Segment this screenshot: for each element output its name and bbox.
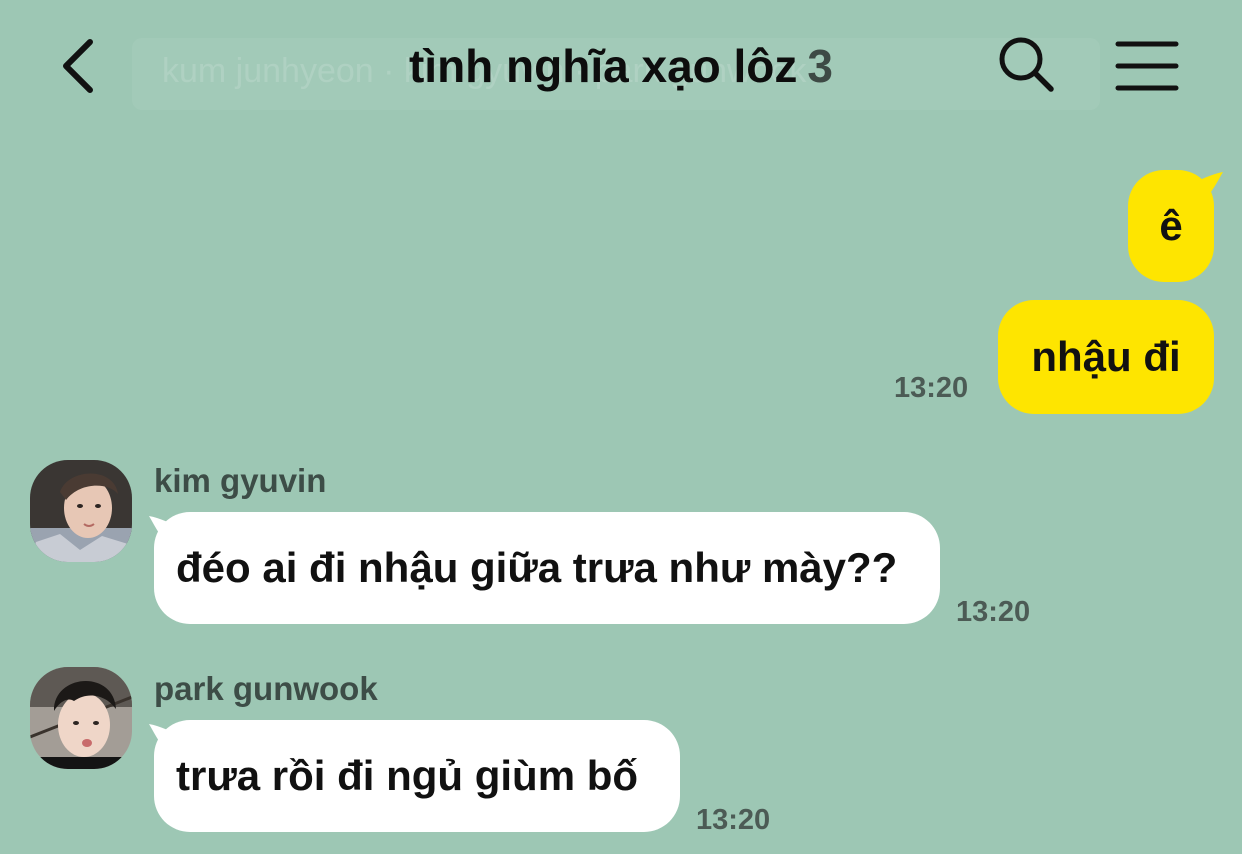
avatar[interactable] bbox=[30, 460, 132, 562]
search-icon bbox=[999, 37, 1054, 92]
message-time: 13:20 bbox=[956, 596, 1031, 628]
back-button[interactable] bbox=[52, 32, 112, 100]
message-time: 13:20 bbox=[696, 804, 771, 836]
avatar[interactable] bbox=[30, 667, 132, 769]
my-message-bubble[interactable]: ê bbox=[1128, 170, 1214, 282]
member-count: 3 bbox=[807, 40, 834, 92]
other-message-bubble[interactable]: trưa rồi đi ngủ giùm bố bbox=[154, 720, 680, 832]
sender-name: park gunwook bbox=[154, 670, 378, 707]
message-time: 13:20 bbox=[894, 372, 969, 404]
hamburger-menu-icon bbox=[1115, 41, 1179, 91]
message-text: trưa rồi đi ngủ giùm bố bbox=[176, 752, 639, 799]
chevron-left-icon bbox=[63, 39, 93, 93]
park-gunwook-avatar-image bbox=[30, 667, 132, 769]
menu-button[interactable] bbox=[1112, 38, 1182, 94]
other-message-bubble[interactable]: đéo ai đi nhậu giữa trưa như mày?? bbox=[154, 512, 940, 624]
chat-name: tình nghĩa xạo lôz bbox=[408, 40, 798, 92]
message-text: ê bbox=[1159, 202, 1183, 249]
message-text: nhậu đi bbox=[1031, 333, 1181, 380]
kim-gyuvin-avatar-image bbox=[30, 460, 132, 562]
chat-title: tình nghĩa xạo lôz 3 bbox=[300, 38, 942, 94]
my-message-bubble[interactable]: nhậu đi bbox=[998, 300, 1214, 414]
chat-header: kum junhyeon · kim gyuvin · park gunwook… bbox=[0, 0, 1242, 130]
search-button[interactable] bbox=[994, 32, 1060, 98]
sender-name: kim gyuvin bbox=[154, 462, 327, 499]
message-text: đéo ai đi nhậu giữa trưa như mày?? bbox=[176, 544, 898, 591]
